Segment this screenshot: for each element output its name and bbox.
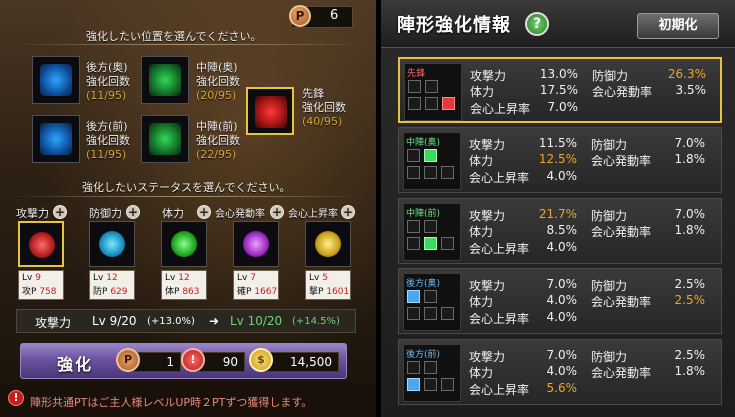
stat-hp-button[interactable] (161, 221, 207, 267)
formation-card-rear-back[interactable]: 後方(奥) 攻撃力 7.0% 防御力 2.5% 体力 4.0% 会心発動率 2.… (398, 268, 722, 334)
sword-icon (29, 232, 55, 258)
level-current-pct: (+13.0%) (147, 316, 195, 327)
stat-critup-info: Lv 5 撃P 1601 (305, 270, 351, 300)
stat-label-hp: 体力 (162, 207, 184, 220)
heart-icon (171, 231, 197, 257)
plus-icon[interactable]: + (341, 205, 355, 219)
level-next: Lv 10/20 (230, 314, 283, 328)
level-current: Lv 9/20 (92, 314, 137, 328)
critup-icon (315, 231, 341, 257)
slot-mid-back-label: 中陣(奥) 強化回数 (20/95) (196, 61, 240, 102)
formation-grid: 中陣(前) (403, 203, 461, 261)
slot-rear-back[interactable] (32, 56, 80, 104)
points-coin-icon: P (116, 348, 140, 372)
red-gem-icon (255, 96, 287, 128)
stat-crit-info: Lv 7 確P 1667 (233, 270, 279, 300)
blue-gem-icon (40, 64, 72, 96)
slot-rear-front-label: 後方(前) 強化回数 (11/95) (86, 120, 130, 161)
level-preview-bar: 攻撃力 Lv 9/20 (+13.0%) ➜ Lv 10/20 (+14.5%) (16, 309, 356, 333)
level-stat-name: 攻撃力 (35, 316, 72, 330)
blue-gem-icon (40, 123, 72, 155)
divider (10, 196, 366, 197)
stat-hp-info: Lv 12 体P 863 (161, 270, 207, 300)
slot-mid-back[interactable] (141, 56, 189, 104)
formation-grid: 後方(前) (403, 344, 461, 402)
slot-mid-front-label: 中陣(前) 強化回数 (22/95) (196, 120, 240, 161)
sword-icon: ! (181, 348, 205, 372)
slot-rear-back-label: 後方(奥) 強化回数 (11/95) (86, 61, 130, 102)
slot-mid-front[interactable] (141, 115, 189, 163)
enhance-label: 強化 (57, 355, 94, 374)
formation-grid: 後方(奥) (403, 273, 461, 331)
arrow-right-icon: ➜ (209, 314, 220, 328)
formation-info-panel: 陣形強化情報 ? 初期化 先鋒 攻撃力 13.0% 防御力 26.3% 体力 1… (381, 0, 735, 417)
formation-card-rear-front[interactable]: 後方(前) 攻撃力 7.0% 防御力 2.5% 体力 4.0% 会心発動率 1.… (398, 339, 722, 405)
divider (10, 44, 366, 45)
info-note-bar: 陣形共通PTはご主人様レベルUP時２PTずつ獲得します。 (0, 383, 376, 417)
help-icon[interactable]: ? (525, 12, 549, 36)
points-coin-icon: P (289, 5, 311, 27)
stat-def-info: Lv 12 防P 629 (89, 270, 135, 300)
stat-label-crit: 会心発動率 (215, 209, 265, 220)
stat-label-critup: 会心上昇率 (288, 209, 338, 220)
slot-rear-front[interactable] (32, 115, 80, 163)
stat-label-def: 防御力 (89, 207, 122, 220)
slot-vanguard-label: 先鋒 強化回数 (40/95) (302, 87, 346, 128)
gold-coin-icon: $ (249, 348, 273, 372)
warning-icon: ! (8, 390, 24, 406)
formation-grid: 先鋒 (404, 63, 462, 121)
green-gem-icon (149, 123, 181, 155)
status-hint: 強化したいステータスを選んでください。 (82, 181, 291, 194)
formation-grid: 中陣(奥) (403, 132, 461, 190)
formation-card-mid-back[interactable]: 中陣(奥) 攻撃力 11.5% 防御力 7.0% 体力 12.5% 会心発動率 … (398, 127, 722, 193)
info-note: 陣形共通PTはご主人様レベルUP時２PTずつ獲得します。 (30, 396, 313, 409)
level-next-pct: (+14.5%) (292, 316, 340, 327)
panel-header: 陣形強化情報 ? 初期化 (381, 0, 735, 48)
points-value: 6 (330, 8, 339, 23)
stat-crit-button[interactable] (233, 221, 279, 267)
plus-icon[interactable]: + (197, 205, 211, 219)
plus-icon[interactable]: + (270, 205, 284, 219)
position-hint: 強化したい位置を選んでください。 (86, 30, 262, 43)
stat-atk-info: Lv 9 攻P 758 (18, 270, 64, 300)
enhance-panel: P 6 強化したい位置を選んでください。 後方(奥) 強化回数 (11/95) 中陣… (0, 0, 376, 417)
stat-atk-button[interactable] (18, 221, 64, 267)
stat-def-button[interactable] (89, 221, 135, 267)
reset-button[interactable]: 初期化 (637, 13, 719, 39)
green-gem-icon (149, 64, 181, 96)
panel-title: 陣形強化情報 (397, 15, 511, 36)
slot-vanguard[interactable] (246, 87, 294, 135)
formation-card-vanguard[interactable]: 先鋒 攻撃力 13.0% 防御力 26.3% 体力 17.5% 会心発動率 3.… (398, 57, 722, 123)
stat-label-atk: 攻撃力 (16, 207, 49, 220)
stat-critup-button[interactable] (305, 221, 351, 267)
plus-icon[interactable]: + (53, 205, 67, 219)
formation-card-mid-front[interactable]: 中陣(前) 攻撃力 21.7% 防御力 7.0% 体力 8.5% 会心発動率 1… (398, 198, 722, 264)
shield-icon (99, 231, 125, 257)
crit-icon (243, 231, 269, 257)
plus-icon[interactable]: + (126, 205, 140, 219)
enhance-button[interactable]: 強化 1 P 90 ! 14,500 $ (20, 343, 347, 379)
